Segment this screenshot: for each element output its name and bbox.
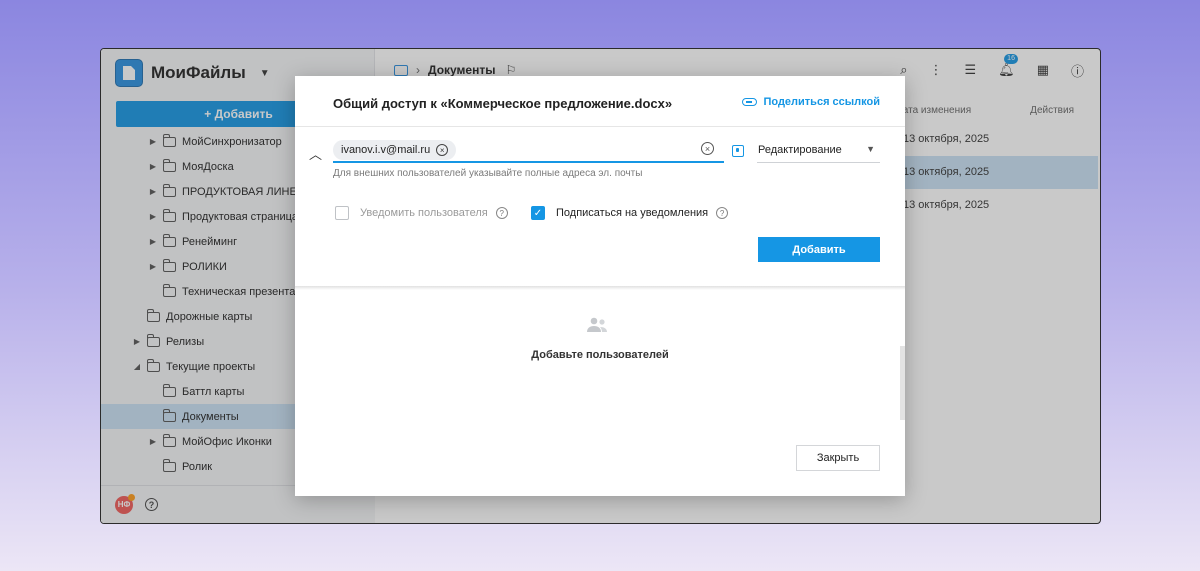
subscribe-option[interactable]: ✓ Подписаться на уведомления ?: [531, 206, 729, 220]
divider: [295, 286, 905, 290]
share-dialog: Общий доступ к «Коммерческое предложение…: [295, 76, 905, 496]
remove-chip-icon[interactable]: ×: [436, 144, 449, 156]
scrollbar[interactable]: [900, 346, 905, 420]
help-icon[interactable]: ?: [716, 207, 729, 219]
role-value: Редактирование: [758, 144, 842, 156]
share-link-button[interactable]: Поделиться ссылкой: [742, 96, 880, 108]
divider: [295, 126, 905, 127]
notify-user-option[interactable]: Уведомить пользователя ?: [335, 206, 508, 220]
role-select[interactable]: Редактирование ▼: [757, 139, 880, 163]
subscribe-checkbox[interactable]: ✓: [531, 206, 545, 220]
add-user-button[interactable]: Добавить: [758, 237, 880, 262]
share-link-label: Поделиться ссылкой: [763, 96, 880, 108]
notify-user-checkbox[interactable]: [335, 206, 349, 220]
close-button[interactable]: Закрыть: [796, 445, 880, 471]
link-icon: [742, 98, 758, 106]
empty-state-text: Добавьте пользователей: [531, 349, 669, 361]
clear-icon[interactable]: ×: [701, 142, 714, 155]
contacts-icon[interactable]: [732, 145, 744, 157]
notify-user-label: Уведомить пользователя: [360, 207, 488, 219]
subscribe-label: Подписаться на уведомления: [556, 207, 709, 219]
users-icon: [587, 317, 607, 332]
email-chip-label: ivanov.i.v@mail.ru: [341, 144, 431, 156]
email-chip: ivanov.i.v@mail.ru ×: [333, 140, 457, 160]
email-field[interactable]: ivanov.i.v@mail.ru × ×: [333, 138, 724, 163]
email-hint: Для внешних пользователей указывайте пол…: [333, 168, 643, 179]
chevron-up-icon[interactable]: ︿: [309, 144, 322, 163]
help-icon[interactable]: ?: [495, 207, 508, 219]
dialog-title: Общий доступ к «Коммерческое предложение…: [333, 96, 673, 111]
chevron-down-icon: ▼: [866, 144, 875, 154]
